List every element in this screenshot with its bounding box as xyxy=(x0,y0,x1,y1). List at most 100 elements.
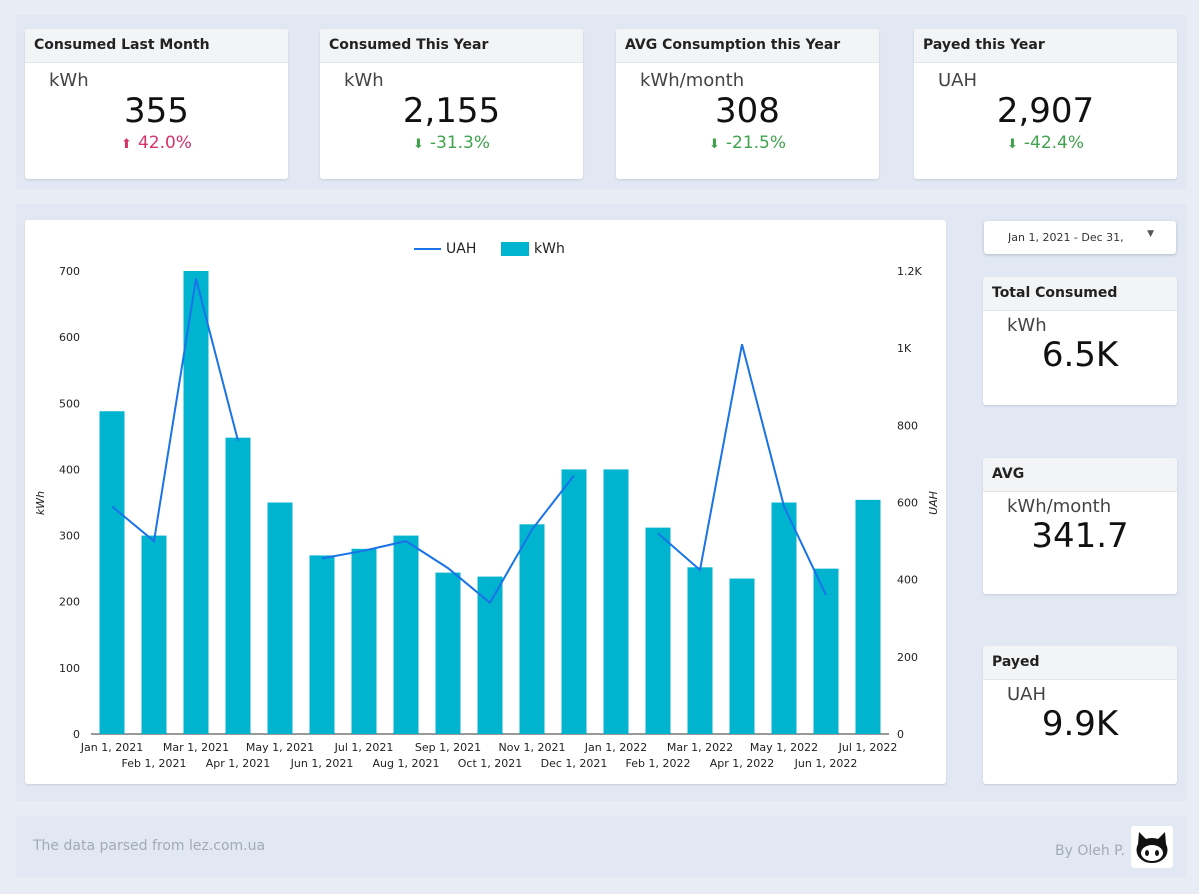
bar xyxy=(267,502,293,734)
x-tick-label: May 1, 2021 xyxy=(246,741,314,754)
arrow-up-icon: ⬆ xyxy=(121,137,132,152)
x-tick-label: Apr 1, 2022 xyxy=(710,757,775,770)
bar xyxy=(603,469,629,734)
uah-line-segment xyxy=(657,344,827,596)
kpi-card: Payed this Year UAH 2,907 ⬇ -42.4% xyxy=(914,29,1177,179)
bar xyxy=(519,524,545,734)
x-tick-label: Mar 1, 2022 xyxy=(667,741,733,754)
kpi-title: Consumed Last Month xyxy=(25,29,288,63)
x-tick-label: Jul 1, 2021 xyxy=(334,741,394,754)
summary-title: AVG xyxy=(983,458,1177,492)
kpi-delta: ⬇ -31.3% xyxy=(320,133,583,153)
kpi-unit: kWh/month xyxy=(640,70,745,91)
date-range-dropdown[interactable]: Jan 1, 2021 - Dec 31, 2022 ▼ xyxy=(984,221,1176,254)
summary-title: Payed xyxy=(983,646,1177,680)
combo-chart: 0 100 200 300 400 500 600 700 0 200 400 600 800 1K 1.2… xyxy=(25,220,946,784)
y-tick-label: 500 xyxy=(59,397,80,410)
kpi-delta-value: -42.4% xyxy=(1023,133,1085,153)
date-range-value: Jan 1, 2021 - Dec 31, 2022 xyxy=(1008,231,1124,244)
y-tick-label: 400 xyxy=(59,463,80,476)
summary-unit: kWh xyxy=(1007,315,1047,336)
x-tick-label: Feb 1, 2022 xyxy=(626,757,691,770)
bar xyxy=(645,527,671,734)
bar xyxy=(225,437,251,734)
x-tick-label: Jun 1, 2021 xyxy=(290,757,354,770)
kpi-title: Payed this Year xyxy=(914,29,1177,63)
y-tick-label: 300 xyxy=(59,530,80,543)
kpi-value: 308 xyxy=(715,91,780,131)
x-tick-label: Feb 1, 2021 xyxy=(122,757,187,770)
caret-down-icon: ▼ xyxy=(1147,229,1154,239)
bar xyxy=(435,572,461,734)
kpi-card: AVG Consumption this Year kWh/month 308 ⬇ -2… xyxy=(616,29,879,179)
kpi-unit: kWh xyxy=(344,70,384,91)
bar xyxy=(309,555,335,734)
bar xyxy=(99,411,125,734)
github-icon[interactable] xyxy=(1131,826,1173,868)
summary-value: 6.5K xyxy=(1041,335,1119,375)
x-tick-label: Dec 1, 2021 xyxy=(541,757,608,770)
summary-card: AVG kWh/month 341.7 xyxy=(983,458,1177,594)
x-tick-label: Aug 1, 2021 xyxy=(373,757,440,770)
bar xyxy=(561,469,587,734)
y2-tick-label: 400 xyxy=(897,574,918,587)
x-tick-label: Oct 1, 2021 xyxy=(458,757,523,770)
data-source-text: The data parsed from lez.com.ua xyxy=(33,838,266,854)
summary-value: 9.9K xyxy=(1041,704,1119,744)
x-tick-label: Nov 1, 2021 xyxy=(499,741,566,754)
y2-tick-label: 1K xyxy=(897,342,912,355)
x-tick-label: Jun 1, 2022 xyxy=(794,757,858,770)
arrow-down-icon: ⬇ xyxy=(412,137,424,152)
x-tick-label: Sep 1, 2021 xyxy=(415,741,481,754)
kpi-delta-value: 42.0% xyxy=(137,133,192,153)
bar xyxy=(393,535,419,734)
author-text: By Oleh P. xyxy=(1055,843,1125,859)
kpi-value: 2,907 xyxy=(996,91,1095,131)
kpi-title: Consumed This Year xyxy=(320,29,583,63)
chart-svg: 0 100 200 300 400 500 600 700 0 200 400 600 800 1K 1.2… xyxy=(34,241,940,770)
y2-tick-label: 600 xyxy=(897,497,918,510)
x-tick-label: Mar 1, 2021 xyxy=(163,741,229,754)
legend-label-uah: UAH xyxy=(446,241,476,257)
kpi-delta-value: -21.5% xyxy=(725,133,787,153)
kpi-delta-value: -31.3% xyxy=(429,133,491,153)
kpi-delta: ⬇ -42.4% xyxy=(914,133,1177,153)
legend-label-kwh: kWh xyxy=(534,241,565,257)
x-tick-label: May 1, 2022 xyxy=(750,741,818,754)
x-tick-label: Jul 1, 2022 xyxy=(838,741,898,754)
y2-tick-label: 800 xyxy=(897,419,918,432)
bar xyxy=(687,567,713,734)
kpi-title: AVG Consumption this Year xyxy=(616,29,879,63)
y-tick-label: 0 xyxy=(73,728,80,741)
uah-line-segment xyxy=(111,278,239,543)
y-tick-label: 600 xyxy=(59,331,80,344)
y-axis-title: kWh xyxy=(34,491,47,515)
y-tick-label: 100 xyxy=(59,662,80,675)
kpi-value: 2,155 xyxy=(402,91,501,131)
x-tick-label: Jan 1, 2021 xyxy=(80,741,143,754)
y2-axis-title: UAH xyxy=(927,491,940,515)
bar xyxy=(771,502,797,734)
y2-tick-label: 200 xyxy=(897,651,918,664)
bar xyxy=(351,548,377,734)
kpi-card: Consumed This Year kWh 2,155 ⬇ -31.3% xyxy=(320,29,583,179)
legend-bar-swatch xyxy=(501,242,529,256)
y-tick-label: 700 xyxy=(59,265,80,278)
y-tick-label: 200 xyxy=(59,596,80,609)
bar xyxy=(141,535,167,734)
kpi-unit: UAH xyxy=(938,70,978,91)
y2-tick-label: 0 xyxy=(897,728,904,741)
x-tick-label: Jan 1, 2022 xyxy=(584,741,647,754)
kpi-delta: ⬇ -21.5% xyxy=(616,133,879,153)
bar xyxy=(183,271,209,734)
summary-card: Total Consumed kWh 6.5K xyxy=(983,277,1177,405)
kpi-card: Consumed Last Month kWh 355 ⬆ 42.0% xyxy=(25,29,288,179)
summary-title: Total Consumed xyxy=(983,277,1177,311)
summary-value: 341.7 xyxy=(1031,516,1129,556)
summary-unit: UAH xyxy=(1007,684,1047,705)
x-tick-label: Apr 1, 2021 xyxy=(206,757,271,770)
summary-card: Payed UAH 9.9K xyxy=(983,646,1177,784)
bar xyxy=(729,578,755,734)
kpi-value: 355 xyxy=(124,91,189,131)
kpi-delta: ⬆ 42.0% xyxy=(25,133,288,153)
